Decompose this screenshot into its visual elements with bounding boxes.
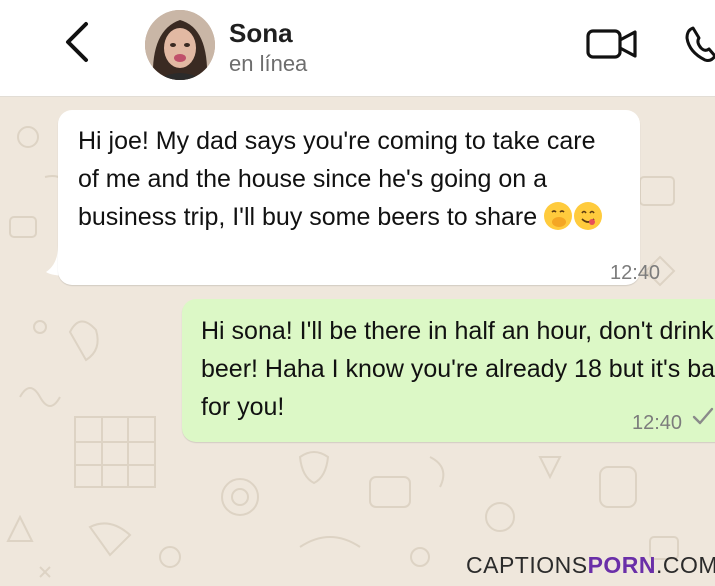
face-savoring-food-emoji-icon xyxy=(574,202,603,230)
contact-name[interactable]: Sona xyxy=(229,18,293,49)
chat-area[interactable]: Hi joe! My dad says you're coming to tak… xyxy=(0,97,715,586)
message-text: Hi joe! My dad says you're coming to tak… xyxy=(78,122,620,236)
video-call-icon[interactable] xyxy=(585,24,639,64)
avatar[interactable] xyxy=(145,10,215,80)
chat-header: Sona en línea xyxy=(0,0,715,97)
incoming-message-bubble[interactable]: Hi joe! My dad says you're coming to tak… xyxy=(58,110,660,285)
single-check-icon xyxy=(692,407,714,425)
contact-status: en línea xyxy=(229,51,308,76)
message-time: 12:40 xyxy=(632,412,683,434)
hand-over-mouth-emoji-icon xyxy=(544,202,573,230)
outgoing-message-bubble[interactable]: Hi sona! I'll be there in half an hour, … xyxy=(182,299,715,442)
message-time: 12:40 xyxy=(610,262,661,284)
back-arrow-icon[interactable] xyxy=(58,20,98,64)
watermark: CAPTIONSPORN.COM xyxy=(466,552,715,578)
phone-call-icon[interactable] xyxy=(683,22,715,66)
